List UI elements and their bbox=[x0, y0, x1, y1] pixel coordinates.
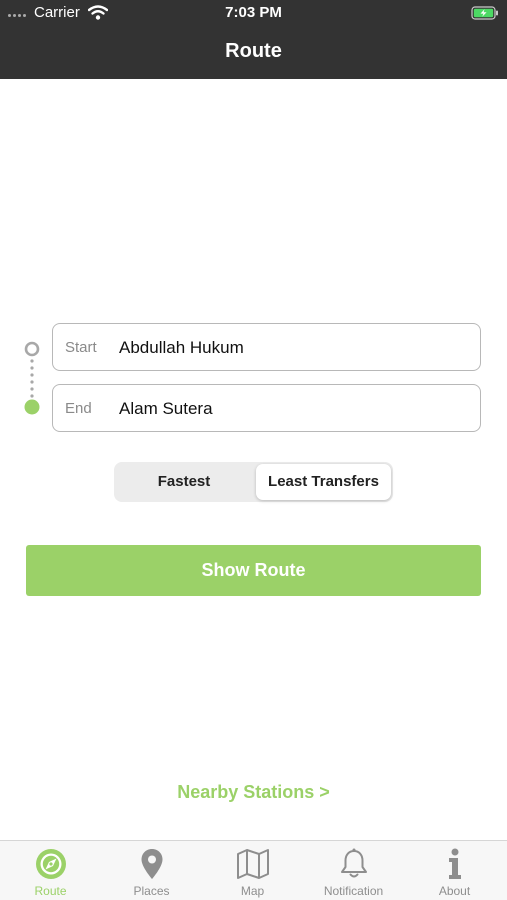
tab-map[interactable]: Map bbox=[202, 841, 303, 900]
tab-places[interactable]: Places bbox=[101, 841, 202, 900]
status-time: 7:03 PM bbox=[225, 4, 282, 21]
folded-map-icon bbox=[237, 849, 269, 879]
tab-bar: Route Places Map Notification About bbox=[0, 840, 507, 900]
start-station-field[interactable]: Start Abdullah Hukum bbox=[52, 323, 481, 371]
map-pin-icon bbox=[141, 849, 163, 879]
tab-route[interactable]: Route bbox=[0, 841, 101, 900]
navigation-bar: Carrier 7:03 PM Route bbox=[0, 0, 507, 79]
route-preference-segment: Fastest Least Transfers bbox=[114, 462, 393, 502]
info-icon bbox=[449, 848, 461, 879]
start-value: Abdullah Hukum bbox=[119, 338, 244, 357]
tab-route-label: Route bbox=[34, 884, 67, 898]
end-value: Alam Sutera bbox=[119, 399, 213, 418]
segment-least-transfers[interactable]: Least Transfers bbox=[256, 464, 391, 500]
tab-about-label: About bbox=[438, 884, 471, 898]
end-station-field[interactable]: End Alam Sutera bbox=[52, 384, 481, 432]
battery-charging-icon bbox=[471, 6, 498, 20]
route-connector-icon bbox=[24, 341, 40, 415]
end-label: End bbox=[65, 400, 92, 417]
start-label: Start bbox=[65, 339, 97, 356]
tab-about[interactable]: About bbox=[404, 841, 505, 900]
compass-icon bbox=[36, 849, 66, 879]
tab-map-label: Map bbox=[240, 884, 265, 898]
tab-places-label: Places bbox=[133, 884, 170, 898]
bell-icon bbox=[341, 848, 367, 878]
segment-fastest[interactable]: Fastest bbox=[116, 464, 252, 500]
route-screen: Carrier 7:03 PM Route Start Abdullah Huk… bbox=[0, 0, 507, 900]
nearby-stations-link[interactable]: Nearby Stations > bbox=[0, 782, 507, 803]
page-title: Route bbox=[225, 40, 282, 62]
tab-notification-label: Notification bbox=[323, 884, 384, 898]
show-route-button[interactable]: Show Route bbox=[26, 545, 481, 596]
tab-notification[interactable]: Notification bbox=[303, 841, 404, 900]
status-bar: Carrier 7:03 PM bbox=[0, 0, 507, 26]
